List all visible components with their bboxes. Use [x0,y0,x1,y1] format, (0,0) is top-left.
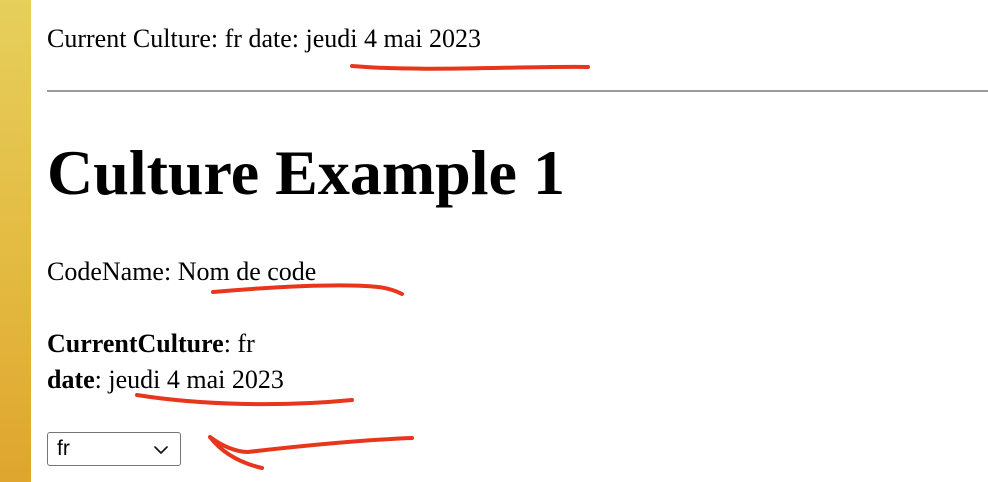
current-culture-date: jeudi 4 mai 2023 [305,24,481,53]
current-culture-label: Current Culture: fr date: [47,24,306,53]
current-culture-row: CurrentCulture: fr [47,326,284,362]
date-row: date: jeudi 4 mai 2023 [47,362,284,398]
date-key: date [47,365,95,394]
codename-label: CodeName: [47,257,178,286]
current-culture-value: : fr [223,329,255,358]
date-value: : jeudi 4 mai 2023 [94,365,284,394]
current-culture-line: Current Culture: fr date: jeudi 4 mai 20… [47,24,481,54]
divider [47,90,988,92]
culture-select[interactable]: fr [47,432,181,466]
page-title: Culture Example 1 [47,137,565,208]
annotation-overlay [135,64,590,470]
codename-line: CodeName: Nom de code [47,257,316,287]
culture-info: CurrentCulture: fr date: jeudi 4 mai 202… [47,326,284,398]
codename-value: Nom de code [177,257,317,286]
arrow-to-select [208,435,414,470]
culture-select-value: fr [57,437,70,460]
underline-header-date [350,64,590,71]
current-culture-key: CurrentCulture [47,329,224,358]
side-strip [0,0,31,482]
chevron-down-icon [154,446,168,454]
